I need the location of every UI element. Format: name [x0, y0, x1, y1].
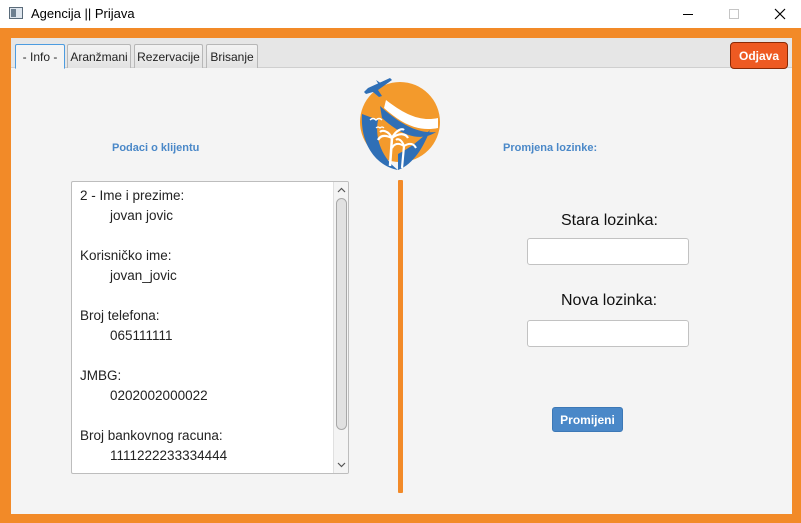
old-password-field[interactable] [527, 238, 689, 265]
info-label: 2 - Ime i prezime: [80, 188, 185, 203]
info-value: jovan jovic [110, 208, 174, 223]
info-label: Broj bankovnog racuna: [80, 428, 223, 443]
scroll-down-button[interactable] [334, 458, 348, 472]
old-password-label: Stara lozinka: [561, 212, 658, 229]
tab-info[interactable]: - Info - [15, 44, 65, 69]
info-label: JMBG: [80, 368, 122, 383]
info-item-jmbg: JMBG: 0202002000022 [80, 366, 330, 406]
tab-header: - Info - Aranžmani Rezervacije Brisanje … [11, 38, 792, 69]
travel-agency-logo [360, 78, 440, 170]
tab-aranzmani[interactable]: Aranžmani [67, 44, 131, 68]
info-label: Korisničko ime: [80, 248, 172, 263]
minimize-button[interactable] [665, 0, 711, 28]
vertical-scrollbar[interactable] [333, 182, 348, 473]
scroll-up-button[interactable] [334, 183, 348, 197]
minimize-icon [683, 13, 693, 15]
section-divider [398, 180, 403, 493]
info-value: 065111111 [110, 328, 173, 343]
chevron-up-icon [337, 187, 346, 193]
change-password-button[interactable]: Promijeni [552, 407, 623, 432]
title-bar: Agencija || Prijava [0, 0, 801, 28]
info-item-bank-account: Broj bankovnog racuna: 1111222233334444 [80, 426, 330, 466]
new-password-label: Nova lozinka: [561, 292, 658, 309]
info-value: 0202002000022 [110, 388, 208, 403]
new-password-field[interactable] [527, 320, 689, 347]
scroll-thumb[interactable] [336, 198, 347, 430]
tab-rezervacije[interactable]: Rezervacije [134, 44, 203, 68]
password-section-title: Promjena lozinke: [503, 142, 598, 154]
tab-brisanje[interactable]: Brisanje [206, 44, 258, 68]
info-item-username: Korisničko ime: jovan_jovic [80, 246, 330, 286]
info-value: 1111222233334444 [110, 448, 228, 463]
info-item-name: 2 - Ime i prezime: jovan jovic [80, 186, 330, 226]
main-content: - Info - Aranžmani Rezervacije Brisanje … [11, 38, 792, 514]
info-label: Broj telefona: [80, 308, 160, 323]
client-section-title: Podaci o klijentu [112, 142, 200, 154]
logout-button[interactable]: Odjava [730, 42, 788, 69]
client-info-box[interactable]: 2 - Ime i prezime: jovan jovic Korisničk… [71, 181, 349, 474]
close-icon [774, 8, 786, 20]
info-value: jovan_jovic [110, 268, 177, 283]
chevron-down-icon [337, 462, 346, 468]
info-item-phone: Broj telefona: 065111111 [80, 306, 330, 346]
maximize-button[interactable] [711, 0, 757, 28]
client-info-text: 2 - Ime i prezime: jovan jovic Korisničk… [80, 186, 330, 473]
window-title: Agencija || Prijava [31, 6, 135, 21]
app-icon [9, 7, 23, 19]
close-button[interactable] [757, 0, 801, 28]
maximize-icon [729, 9, 739, 19]
